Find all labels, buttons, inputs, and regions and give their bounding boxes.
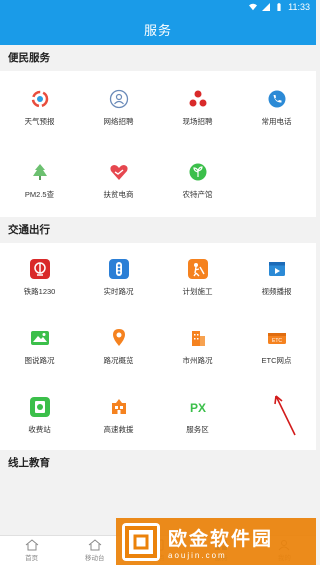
rescue-icon	[109, 397, 129, 417]
section-title: 线上教育	[0, 450, 316, 476]
construction-icon	[187, 258, 208, 279]
service-item-realtime-traffic[interactable]: 实时路况	[79, 243, 158, 312]
service-item-label: 实时路况	[103, 286, 134, 296]
service-item-poverty-ecommerce[interactable]: 扶贫电商	[79, 144, 158, 217]
service-item-label: 常用电话	[261, 116, 292, 126]
section-online-education: 线上教育	[0, 450, 316, 476]
service-item-pm25[interactable]: PM2.5查	[0, 144, 79, 217]
service-item-farm-products[interactable]: 农特产馆	[158, 144, 237, 217]
app-root: 11:33 服务 便民服务 天气预报 网络招聘 现场招聘 常用电话 PM2.5查…	[0, 0, 316, 565]
service-content[interactable]: 便民服务 天气预报 网络招聘 现场招聘 常用电话 PM2.5查 扶贫电商 农特产…	[0, 45, 316, 535]
battery-icon	[277, 3, 281, 11]
onsite-recruit-icon	[188, 89, 208, 109]
service-item-etc[interactable]: ETC ETC网点	[237, 312, 316, 381]
map-picture-icon	[30, 328, 50, 348]
farm-products-icon	[188, 162, 208, 182]
watermark-text: 欧金软件园 aoujin.com	[168, 524, 273, 560]
section-title: 便民服务	[0, 45, 316, 71]
service-item-traffic-overview[interactable]: 路况概览	[79, 312, 158, 381]
phone-icon	[267, 89, 287, 109]
service-item-label: 图说路况	[24, 355, 55, 365]
service-item-phone[interactable]: 常用电话	[237, 71, 316, 144]
toll-station-icon	[29, 396, 50, 417]
signal-icon	[262, 3, 271, 11]
video-icon	[267, 259, 287, 279]
service-item-online-recruit[interactable]: 网络招聘	[79, 71, 158, 144]
home-icon	[25, 539, 38, 551]
section-traffic: 交通出行 铁路1230 实时路况 计划施工 视频播报 图说路况 路况概览 市州路…	[0, 217, 316, 450]
service-item-rescue[interactable]: 高速救援	[79, 381, 158, 450]
watermark-url: aoujin.com	[168, 550, 227, 560]
service-item-label: 扶贫电商	[103, 189, 134, 199]
tab-label: 移动台	[85, 555, 105, 562]
watermark-title: 欧金软件园	[168, 528, 274, 550]
city-building-icon	[188, 328, 208, 348]
traffic-light-icon	[108, 258, 129, 279]
railway-icon	[29, 258, 50, 279]
service-item-construction[interactable]: 计划施工	[158, 243, 237, 312]
watermark-logo-icon	[122, 522, 160, 561]
service-item-label: 天气预报	[24, 116, 55, 126]
service-item-onsite-recruit[interactable]: 现场招聘	[158, 71, 237, 144]
tab-label: 首页	[25, 555, 39, 562]
location-pin-icon	[109, 328, 129, 348]
wifi-icon	[249, 3, 258, 11]
app-header: 服务	[0, 14, 316, 45]
section-convenience: 便民服务 天气预报 网络招聘 现场招聘 常用电话 PM2.5查 扶贫电商 农特产…	[0, 45, 316, 217]
online-recruit-icon	[109, 89, 129, 109]
service-item-label: 视频播报	[261, 286, 292, 296]
etc-icon: ETC	[267, 328, 287, 348]
service-item-label: 高速救援	[103, 424, 134, 434]
service-item-label: 现场招聘	[182, 116, 213, 126]
svg-text:ETC: ETC	[272, 338, 282, 344]
section-grid: 铁路1230 实时路况 计划施工 视频播报 图说路况 路况概览 市州路况 ETC…	[0, 243, 316, 450]
status-time: 11:33	[288, 2, 310, 12]
service-item-label: 收费站	[28, 424, 51, 434]
service-item-label: 网络招聘	[103, 116, 134, 126]
mobile-station-icon	[88, 539, 102, 551]
service-item-label: 计划施工	[182, 286, 213, 296]
service-item-label: 路况概览	[103, 355, 134, 365]
service-item-label: 铁路1230	[23, 286, 56, 296]
weather-icon	[30, 89, 50, 109]
svg-text:PX: PX	[189, 401, 205, 415]
service-item-label: PM2.5查	[24, 189, 55, 199]
service-item-label: 农特产馆	[182, 189, 213, 199]
service-item-label: ETC网点	[261, 355, 292, 365]
service-item-toll-station[interactable]: 收费站	[0, 381, 79, 450]
service-item-map-picture[interactable]: 图说路况	[0, 312, 79, 381]
service-item-city-traffic[interactable]: 市州路况	[158, 312, 237, 381]
service-item-service-area[interactable]: PX 服务区	[158, 381, 237, 450]
service-item-video[interactable]: 视频播报	[237, 243, 316, 312]
service-item-label: 市州路况	[182, 355, 213, 365]
pm25-icon	[30, 162, 50, 182]
section-grid: 天气预报 网络招聘 现场招聘 常用电话 PM2.5查 扶贫电商 农特产馆	[0, 71, 316, 217]
poverty-ecommerce-icon	[109, 162, 129, 182]
status-bar: 11:33	[0, 0, 316, 14]
tab-home[interactable]: 首页	[0, 536, 63, 565]
section-title: 交通出行	[0, 217, 316, 243]
service-area-icon: PX	[188, 397, 208, 417]
service-item-weather[interactable]: 天气预报	[0, 71, 79, 144]
page-title: 服务	[143, 23, 172, 38]
service-item-label: 服务区	[186, 424, 209, 434]
watermark-banner: 欧金软件园 aoujin.com	[116, 518, 316, 565]
service-item-railway[interactable]: 铁路1230	[0, 243, 79, 312]
